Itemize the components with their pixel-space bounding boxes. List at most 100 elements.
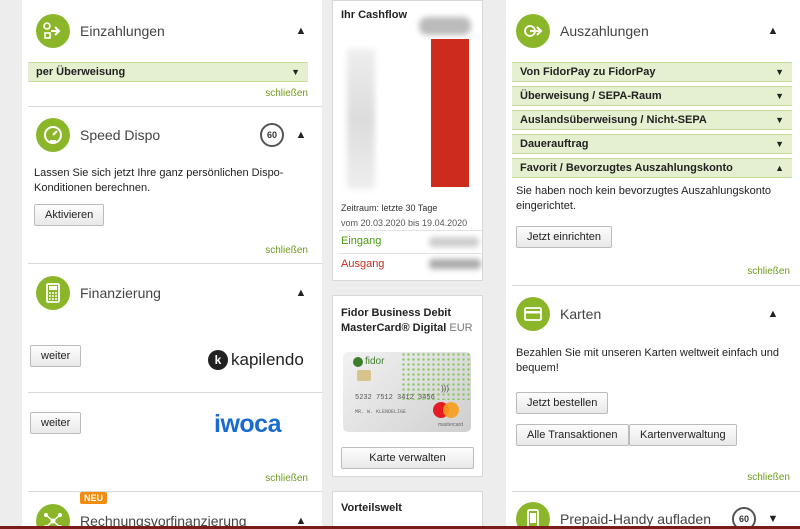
jetzt-bestellen-button[interactable]: Jetzt bestellen bbox=[516, 392, 609, 414]
fidor-logo: fidor bbox=[353, 356, 384, 367]
row-favorit[interactable]: Favorit / Bevorzugtes Auszahlungskonto ▲ bbox=[512, 158, 792, 178]
cashflow-range: vom 20.03.2020 bis 19.04.2020 bbox=[341, 218, 468, 228]
cashflow-period: Zeitraum: letzte 30 Tage bbox=[341, 203, 438, 213]
row-label: Auslandsüberweisung / Nicht-SEPA bbox=[520, 114, 707, 126]
phone-icon bbox=[516, 502, 550, 529]
speed-dispo-title: Speed Dispo bbox=[80, 127, 161, 143]
chevron-up-icon[interactable]: ▲ bbox=[764, 25, 782, 37]
left-column: Einzahlungen ▲ per Überweisung ▼ schließ… bbox=[22, 0, 322, 529]
chevron-down-icon: ▼ bbox=[775, 91, 784, 101]
divider bbox=[28, 491, 322, 492]
mastercard-logo bbox=[433, 402, 459, 418]
kapilendo-k-icon: k bbox=[208, 350, 228, 370]
row-label: per Überweisung bbox=[36, 66, 126, 78]
calculator-icon bbox=[36, 276, 70, 310]
speed-dispo-header[interactable]: Speed Dispo 60 ▲ bbox=[22, 116, 322, 154]
dispo-text: Lassen Sie sich jetzt Ihre ganz persönli… bbox=[34, 167, 284, 194]
divider bbox=[339, 230, 482, 231]
row-label: Favorit / Bevorzugtes Auszahlungskonto bbox=[520, 162, 733, 174]
middle-column: Ihr Cashflow Zeitraum: letzte 30 Tage vo… bbox=[332, 0, 483, 529]
finanzierung-title: Finanzierung bbox=[80, 285, 161, 301]
karten-close-link[interactable]: schließen bbox=[747, 472, 790, 483]
divider bbox=[28, 392, 322, 393]
kartenverwaltung-button[interactable]: Kartenverwaltung bbox=[629, 424, 737, 446]
row-dauerauftrag[interactable]: Dauerauftrag ▼ bbox=[512, 134, 792, 154]
dispo-close-link[interactable]: schließen bbox=[265, 245, 308, 256]
finanzierung-header[interactable]: Finanzierung ▲ bbox=[22, 274, 322, 312]
alle-transaktionen-button[interactable]: Alle Transaktionen bbox=[516, 424, 629, 446]
cashflow-card: Ihr Cashflow Zeitraum: letzte 30 Tage vo… bbox=[332, 0, 483, 281]
deposit-arrow-icon bbox=[36, 14, 70, 48]
chevron-up-icon[interactable]: ▲ bbox=[764, 308, 782, 320]
finanzierung-close-link[interactable]: schließen bbox=[265, 473, 308, 484]
chevron-down-icon: ▼ bbox=[291, 67, 300, 77]
auszahlungen-close-link[interactable]: schließen bbox=[747, 266, 790, 277]
eingang-blurred-value bbox=[429, 237, 479, 247]
divider bbox=[28, 106, 322, 107]
prepaid-header[interactable]: Prepaid-Handy aufladen 60 ▼ bbox=[506, 500, 800, 529]
cashflow-blurred-amount bbox=[419, 17, 471, 35]
contactless-icon: ))) bbox=[441, 384, 449, 393]
kapilendo-logo: k kapilendo bbox=[208, 350, 304, 370]
mastercard-wordmark: mastercard bbox=[437, 422, 463, 428]
mastercard-title-text: Fidor Business Debit MasterCard® Digital bbox=[341, 307, 452, 334]
aktivieren-button[interactable]: Aktivieren bbox=[34, 204, 105, 226]
mastercard-title: Fidor Business Debit MasterCard® Digital… bbox=[341, 306, 481, 336]
card-holder: MR. W. KLENDELIGE bbox=[355, 409, 407, 415]
row-ausland[interactable]: Auslandsüberweisung / Nicht-SEPA ▼ bbox=[512, 110, 792, 130]
mastercard-card: Fidor Business Debit MasterCard® Digital… bbox=[332, 295, 483, 477]
iwoca-weiter-button[interactable]: weiter bbox=[30, 412, 82, 434]
cashflow-title: Ihr Cashflow bbox=[341, 9, 408, 21]
speedometer-icon bbox=[36, 118, 70, 152]
einzahlungen-title: Einzahlungen bbox=[80, 23, 165, 39]
chevron-up-icon[interactable]: ▲ bbox=[292, 129, 310, 141]
row-sepa[interactable]: Überweisung / SEPA-Raum ▼ bbox=[512, 86, 792, 106]
karten-header[interactable]: Karten ▲ bbox=[506, 295, 800, 333]
einzahlungen-close-link[interactable]: schließen bbox=[265, 88, 308, 99]
row-label: Überweisung / SEPA-Raum bbox=[520, 90, 662, 102]
row-per-ueberweisung[interactable]: per Überweisung ▼ bbox=[28, 62, 308, 82]
debit-card-image: fidor ))) 5232 7512 3412 3456 MR. W. KLE… bbox=[343, 352, 471, 432]
row-fidorpay[interactable]: Von FidorPay zu FidorPay ▼ bbox=[512, 62, 792, 82]
karten-text: Bezahlen Sie mit unseren Karten weltweit… bbox=[516, 347, 779, 374]
card-number: 5232 7512 3412 3456 bbox=[355, 394, 435, 402]
kapilendo-wordmark: kapilendo bbox=[231, 350, 304, 369]
auszahlungen-title: Auszahlungen bbox=[560, 23, 649, 39]
card-dots-pattern bbox=[401, 352, 471, 400]
cashflow-blurred-bar bbox=[347, 49, 375, 189]
fidor-leaf-icon bbox=[353, 356, 363, 367]
auszahlungen-header[interactable]: Auszahlungen ▲ bbox=[506, 12, 800, 50]
row-label: Dauerauftrag bbox=[520, 138, 589, 150]
card-icon bbox=[516, 297, 550, 331]
rechnung-header[interactable]: Rechnungsvorfinanzierung ▲ bbox=[22, 502, 322, 529]
chevron-down-icon[interactable]: ▼ bbox=[764, 513, 782, 525]
fidor-wordmark: fidor bbox=[365, 356, 385, 367]
karte-verwalten-button[interactable]: Karte verwalten bbox=[341, 447, 474, 469]
divider bbox=[512, 285, 800, 286]
favorit-text: Sie haben noch kein bevorzugtes Auszahlu… bbox=[516, 185, 772, 212]
jetzt-einrichten-button[interactable]: Jetzt einrichten bbox=[516, 226, 612, 248]
divider bbox=[512, 491, 800, 492]
card-chip bbox=[357, 370, 371, 381]
sixty-seconds-icon: 60 bbox=[260, 123, 284, 147]
chevron-up-icon[interactable]: ▲ bbox=[292, 287, 310, 299]
currency-label: EUR bbox=[449, 322, 473, 334]
chevron-down-icon: ▼ bbox=[775, 139, 784, 149]
kapilendo-weiter-button[interactable]: weiter bbox=[30, 345, 82, 367]
ausgang-blurred-value bbox=[429, 259, 481, 269]
withdraw-arrow-icon bbox=[516, 14, 550, 48]
ausgang-bar bbox=[431, 39, 469, 187]
vorteilswelt-card[interactable]: Vorteilswelt bbox=[332, 491, 483, 529]
chevron-up-icon: ▲ bbox=[775, 163, 784, 173]
chevron-down-icon: ▼ bbox=[775, 115, 784, 125]
mastercard-orange-circle bbox=[443, 402, 459, 418]
karten-title: Karten bbox=[560, 306, 602, 322]
divider bbox=[28, 263, 322, 264]
iwoca-logo: iwoca bbox=[214, 410, 281, 438]
right-column: Auszahlungen ▲ Von FidorPay zu FidorPay … bbox=[506, 0, 800, 529]
einzahlungen-header[interactable]: Einzahlungen ▲ bbox=[22, 12, 322, 50]
chevron-up-icon[interactable]: ▲ bbox=[292, 25, 310, 37]
divider bbox=[339, 253, 482, 254]
chevron-down-icon: ▼ bbox=[775, 67, 784, 77]
prepaid-title: Prepaid-Handy aufladen bbox=[560, 511, 711, 527]
